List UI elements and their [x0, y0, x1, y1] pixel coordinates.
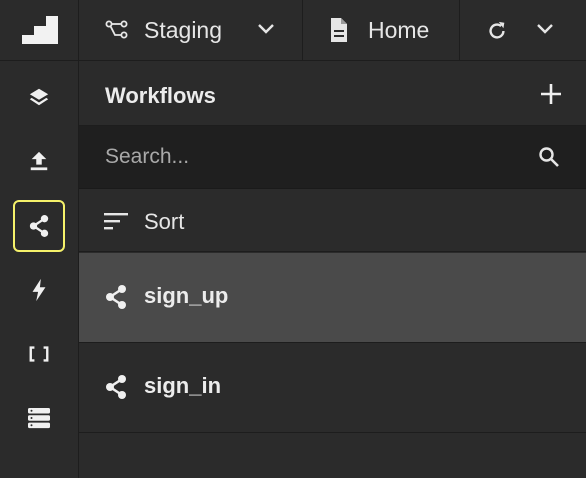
upload-icon	[30, 151, 48, 171]
page-selector[interactable]: Home	[303, 0, 460, 60]
app-logo[interactable]	[0, 0, 79, 61]
sort-label: Sort	[144, 209, 185, 234]
brackets-icon	[29, 346, 49, 362]
document-icon	[331, 18, 347, 42]
sort-icon	[104, 213, 128, 230]
workflow-label: sign_in	[144, 373, 222, 398]
workflow-graph-icon	[105, 20, 128, 39]
share-icon	[29, 215, 49, 237]
rail-item-actions[interactable]	[13, 264, 65, 316]
workflows-panel: Workflows Sort sign_up	[79, 61, 586, 478]
panel-header: Workflows	[79, 61, 586, 126]
plus-icon	[541, 84, 561, 104]
share-icon	[106, 285, 126, 309]
add-workflow-button[interactable]	[538, 81, 564, 107]
workflow-item-sign-up[interactable]: sign_up	[79, 253, 586, 343]
search-icon[interactable]	[538, 146, 560, 168]
logo-icon	[21, 16, 58, 44]
refresh-group	[460, 0, 586, 60]
rail-item-workflows[interactable]	[13, 200, 65, 252]
refresh-icon[interactable]	[486, 20, 508, 42]
panel-title: Workflows	[105, 83, 216, 108]
top-bar: Staging Home	[79, 0, 586, 61]
rail-item-layers[interactable]	[13, 71, 65, 123]
rail-item-data[interactable]	[13, 328, 65, 380]
environment-label: Staging	[144, 17, 223, 43]
rail-item-upload[interactable]	[13, 135, 65, 187]
search-input[interactable]	[79, 126, 519, 188]
share-icon	[106, 375, 126, 399]
sort-button[interactable]: Sort	[79, 189, 586, 252]
database-icon	[28, 408, 50, 429]
layers-icon	[29, 88, 49, 106]
chevron-down-icon[interactable]	[536, 22, 554, 36]
rail-item-database[interactable]	[13, 392, 65, 444]
search-bar	[79, 126, 586, 189]
workflow-item-sign-in[interactable]: sign_in	[79, 343, 586, 433]
side-rail	[0, 0, 79, 478]
workflow-label: sign_up	[144, 283, 229, 308]
lightning-icon	[32, 278, 46, 302]
environment-selector[interactable]: Staging	[79, 0, 303, 60]
chevron-down-icon	[258, 24, 274, 34]
page-label: Home	[368, 17, 430, 43]
